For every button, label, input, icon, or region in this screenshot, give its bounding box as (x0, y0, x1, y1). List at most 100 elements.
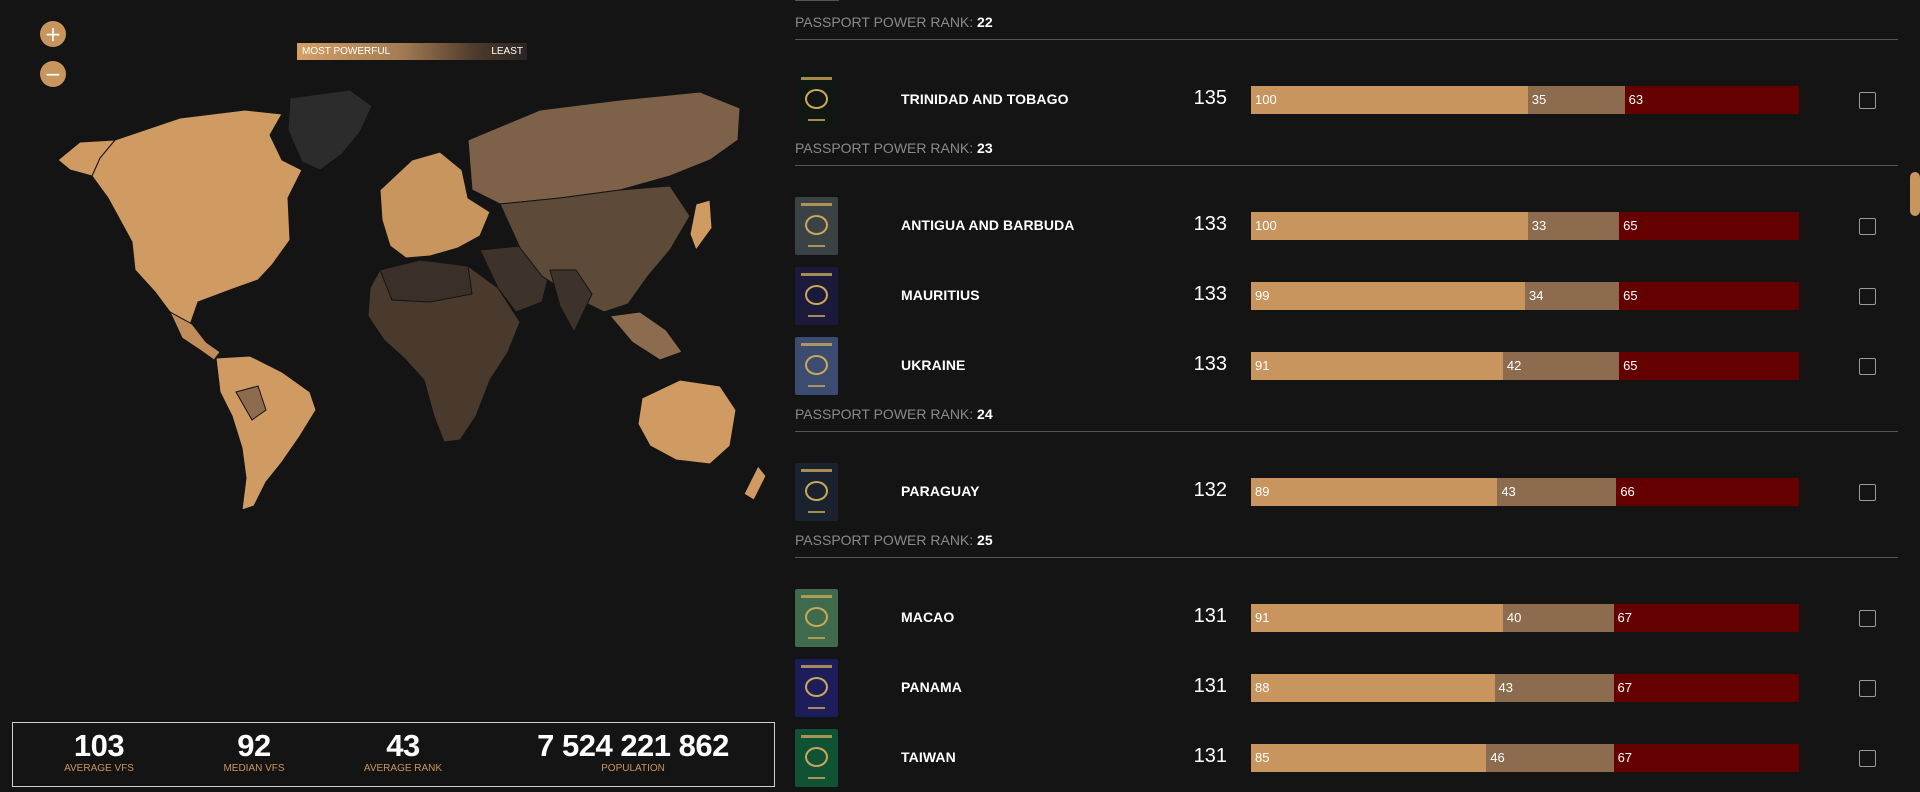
mobility-score: 135 (1193, 87, 1227, 109)
mobility-score: 133 (1193, 213, 1227, 235)
country-row[interactable]: PARAGUAY 132 89 43 66 (795, 460, 1898, 524)
visa-breakdown-bar: 99 34 65 (1251, 282, 1799, 310)
visa-required-segment: 65 (1619, 352, 1799, 380)
legend-most-label: MOST POWERFUL (302, 46, 391, 57)
country-name: PARAGUAY (901, 483, 980, 499)
passport-footer-mark (808, 511, 825, 513)
passport-footer-mark (808, 637, 825, 639)
visa-free-segment: 99 (1251, 282, 1525, 310)
country-row[interactable]: TAIWAN 131 85 46 67 (795, 726, 1898, 790)
passport-footer-mark (808, 385, 825, 387)
south-america-region[interactable] (215, 355, 317, 511)
passport-emblem-icon (805, 607, 828, 627)
mobility-score: 131 (1193, 605, 1227, 627)
country-name: ANTIGUA AND BARBUDA (901, 217, 1075, 233)
visa-free-segment: 88 (1251, 674, 1495, 702)
visa-breakdown-bar: 100 35 63 (1251, 86, 1799, 114)
passport-cover-image (795, 197, 838, 255)
visa-breakdown-bar: 91 40 67 (1251, 604, 1799, 632)
rank-header-label: PASSPORT POWER RANK: 24 (795, 406, 993, 422)
visa-required-segment: 65 (1619, 212, 1799, 240)
passport-emblem-icon (805, 747, 828, 767)
zoom-in-button[interactable]: + (40, 21, 66, 47)
compare-checkbox[interactable] (1859, 750, 1876, 767)
scrollbar-thumb[interactable] (1910, 172, 1920, 216)
stat-average-vfs-value: 103 (73, 728, 125, 763)
stat-population: 7 524 221 862 POPULATION (513, 729, 753, 775)
legend-least-label: LEAST (491, 46, 523, 57)
rank-header-label: PASSPORT POWER RANK: 25 (795, 532, 993, 548)
country-row[interactable]: PANAMA 131 88 43 67 (795, 656, 1898, 720)
passport-cover-image (795, 659, 838, 717)
world-map[interactable] (20, 80, 780, 520)
visa-on-arrival-segment: 43 (1497, 478, 1617, 506)
country-row[interactable]: MAURITIUS 133 99 34 65 (795, 264, 1898, 328)
mobility-score: 132 (1193, 479, 1227, 501)
passport-emblem-icon (805, 89, 828, 109)
passport-footer-mark (808, 119, 825, 121)
country-row[interactable]: MACAO 131 91 40 67 (795, 586, 1898, 650)
rank-header-label: PASSPORT POWER RANK: 22 (795, 14, 993, 30)
country-row[interactable]: TRINIDAD AND TOBAGO 135 100 35 63 (795, 68, 1898, 132)
passport-cover-image (795, 729, 838, 787)
mobility-score: 133 (1193, 283, 1227, 305)
australia-region[interactable] (637, 379, 737, 465)
rank-number: 24 (977, 406, 993, 422)
stat-population-value: 7 524 221 862 (537, 728, 729, 763)
visa-breakdown-bar: 89 43 66 (1251, 478, 1799, 506)
compare-checkbox[interactable] (1859, 358, 1876, 375)
compare-checkbox[interactable] (1859, 680, 1876, 697)
rank-header-label: PASSPORT POWER RANK: 23 (795, 140, 993, 156)
passport-emblem-icon (805, 355, 828, 375)
visa-on-arrival-segment: 42 (1502, 352, 1620, 380)
country-row[interactable]: UKRAINE 133 91 42 65 (795, 334, 1898, 398)
country-name: PANAMA (901, 679, 963, 695)
rank-header: PASSPORT POWER RANK: 24 (795, 404, 1898, 432)
rank-header: PASSPORT POWER RANK: 22 (795, 12, 1898, 40)
north-africa-region[interactable] (379, 259, 473, 303)
visa-required-segment: 65 (1619, 282, 1799, 310)
japan-region[interactable] (689, 199, 713, 252)
stat-average-vfs: 103 AVERAGE VFS (49, 729, 149, 775)
north-america-region[interactable] (91, 109, 303, 326)
stat-average-rank-value: 43 (386, 728, 420, 763)
visa-free-segment: 89 (1251, 478, 1498, 506)
new-zealand-region[interactable] (743, 465, 767, 501)
visa-on-arrival-segment: 43 (1494, 674, 1614, 702)
compare-checkbox[interactable] (1859, 288, 1876, 305)
greenland-region[interactable] (287, 89, 373, 171)
rank-number: 25 (977, 532, 993, 548)
visa-breakdown-bar: 85 46 67 (1251, 744, 1799, 772)
southeast-asia-region[interactable] (609, 311, 683, 361)
visa-on-arrival-segment: 40 (1502, 604, 1614, 632)
central-america-region[interactable] (168, 310, 221, 361)
compare-checkbox[interactable] (1859, 484, 1876, 501)
visa-free-segment: 100 (1251, 212, 1528, 240)
stat-average-vfs-label: AVERAGE VFS (64, 763, 134, 774)
rank-prefix: PASSPORT POWER RANK: (795, 140, 978, 156)
rank-prefix: PASSPORT POWER RANK: (795, 406, 978, 422)
visa-on-arrival-segment: 34 (1525, 282, 1620, 310)
visa-free-segment: 100 (1251, 86, 1528, 114)
rank-prefix: PASSPORT POWER RANK: (795, 532, 978, 548)
country-name: TRINIDAD AND TOBAGO (901, 91, 1069, 107)
rank-header: PASSPORT POWER RANK: 23 (795, 138, 1898, 166)
passport-title-mark (801, 735, 832, 738)
russia-region[interactable] (467, 91, 741, 205)
visa-on-arrival-segment: 35 (1527, 86, 1625, 114)
summary-stats: 103 AVERAGE VFS 92 MEDIAN VFS 43 AVERAGE… (12, 722, 775, 787)
passport-cover-image (795, 463, 838, 521)
passport-list: PASSPORT POWER RANK: 22 TRINIDAD AND TOBA… (780, 0, 1900, 792)
stat-median-vfs: 92 MEDIAN VFS (204, 729, 304, 775)
compare-checkbox[interactable] (1859, 610, 1876, 627)
compare-checkbox[interactable] (1859, 218, 1876, 235)
visa-required-segment: 67 (1613, 604, 1799, 632)
visa-required-segment: 66 (1616, 478, 1799, 506)
country-name: UKRAINE (901, 357, 966, 373)
passport-cover-image (795, 267, 838, 325)
country-name: TAIWAN (901, 749, 956, 765)
visa-required-segment: 63 (1624, 86, 1799, 114)
compare-checkbox[interactable] (1859, 92, 1876, 109)
country-row[interactable]: ANTIGUA AND BARBUDA 133 100 33 65 (795, 194, 1898, 258)
visa-breakdown-bar: 100 33 65 (1251, 212, 1799, 240)
